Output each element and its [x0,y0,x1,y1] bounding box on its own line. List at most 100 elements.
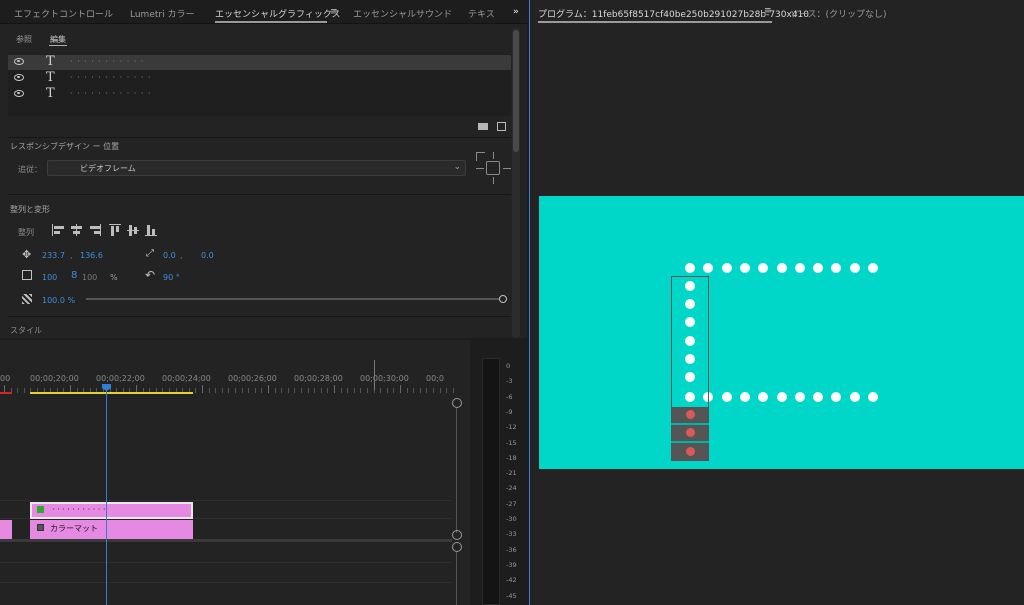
anchor-x-value[interactable]: 0.0 [163,251,176,260]
anchor-y-value[interactable]: 0.0 [201,251,214,260]
scrollbar-thumb[interactable] [513,30,519,152]
layer-row[interactable]: T · · · · · · · · · · · [8,54,511,70]
text-layer-icon: T [46,54,55,69]
ruler-tick [235,388,236,393]
eye-icon[interactable] [14,74,24,81]
ruler-tick [307,388,309,393]
folder-icon[interactable] [478,123,488,130]
ruler-tick [17,388,19,393]
text-layer-icon: T [46,86,55,101]
white-dot [758,392,769,402]
ruler-tick [314,388,316,393]
overflow-icon[interactable]: » [513,7,519,17]
pin-widget[interactable] [476,152,512,186]
follow-dropdown[interactable]: ビデオフレーム ⌄ [47,160,466,176]
ruler-label: 00 [0,374,11,383]
tab-menu-icon[interactable]: ≡ [330,7,338,17]
meter-label: -30 [506,515,517,523]
align-center-v-icon[interactable] [127,224,141,236]
ruler-tick [320,388,322,393]
ruler-tick [221,388,223,393]
red-dot [686,447,695,456]
ruler-label: 00;00;22;00 [96,374,145,383]
panel-scrollbar[interactable] [512,28,520,338]
program-monitor: プログラム：11feb65f8517cf40be250b291027b28b-7… [529,0,1024,605]
opacity-slider-knob[interactable] [499,295,507,303]
meter-label: -45 [506,591,517,600]
opacity-slider-track[interactable] [86,298,502,300]
meter-label: -6 [506,392,513,401]
video-frame[interactable] [539,196,1024,469]
meter-label: -39 [506,560,517,569]
subtab-browse[interactable]: 参照 [16,34,32,45]
work-area-bar[interactable] [30,392,193,394]
layer-row[interactable]: T · · · · · · · · · · · · [8,70,511,86]
layer-name: · · · · · · · · · · · · [70,89,152,98]
tab-text[interactable]: テキス [468,7,495,20]
graphic-clip[interactable]: · · · · · · · · · · · [30,502,193,519]
align-center-h-icon[interactable] [70,224,84,236]
ruler-label: 00;00;26;00 [228,374,277,383]
eye-icon[interactable] [14,58,24,65]
prev-clip[interactable] [0,520,12,539]
tab-essential-sound[interactable]: エッセンシャルサウンド [353,7,452,20]
ruler-label: 00;00;24;00 [162,374,211,383]
ruler-tick [452,388,454,393]
white-dot [739,392,750,402]
ruler-tick [439,388,441,393]
tab-menu-icon[interactable]: ≡ [764,6,772,16]
new-layer-icon[interactable] [497,122,506,131]
meter-label: -36 [506,545,517,554]
track-separator [0,539,452,542]
ruler-tick [215,388,217,393]
align-top-icon[interactable] [109,224,123,236]
playhead-line[interactable] [106,390,107,605]
timeline-panel: 00 00;00;20;00 00;00;22;00 00;00;24;00 0… [0,340,470,605]
comma-separator: , [180,251,183,260]
move-icon: ✥ [22,248,32,261]
text-layer-icon: T [46,70,55,85]
align-left-icon[interactable] [52,224,66,236]
position-x-value[interactable]: 233.7 [42,251,65,260]
ruler-tick [208,388,210,393]
position-y-value[interactable]: 136.6 [80,251,103,260]
subtab-edit[interactable]: 編集 [50,34,66,45]
eye-icon[interactable] [14,90,24,97]
scale-value[interactable]: 100 [42,273,57,282]
white-dot [868,263,878,273]
tab-effect-controls[interactable]: エフェクトコントロール [14,7,113,20]
align-bottom-icon[interactable] [145,224,159,236]
align-transform-title: 整列と変形 [10,205,50,214]
layer-row[interactable]: T · · · · · · · · · · · · [8,86,511,102]
meter-label: -12 [506,423,517,432]
rotation-value[interactable]: 90 ° [163,273,180,282]
ruler-tick [433,388,434,393]
ruler-tick [419,388,421,393]
scroll-handle[interactable] [452,530,462,540]
tab-lumetri-color[interactable]: Lumetri カラー [130,7,194,20]
tab-essential-graphics[interactable]: エッセンシャルグラフィックス [215,7,341,20]
clip-fx-icon [37,524,44,531]
scroll-handle[interactable] [452,398,462,408]
ruler-tick [281,388,283,393]
scroll-handle[interactable] [452,542,462,552]
ruler-tick [301,388,302,393]
ruler-tick [195,388,197,393]
divider [8,316,511,317]
comma-separator: , [70,251,73,260]
ruler-tick [446,388,448,393]
clip-label: · · · · · · · · · · · [52,505,106,514]
white-dot [776,263,787,273]
clip-fx-icon [37,506,44,513]
white-dot [831,392,842,402]
meter-label: -3 [506,377,513,386]
ruler-tick [202,385,203,393]
meter-label: -18 [506,453,517,462]
scale-unit: % [110,273,118,282]
opacity-value[interactable]: 100.0 % [42,296,75,305]
align-right-icon[interactable] [88,224,102,236]
link-icon[interactable]: 8 [71,270,77,281]
source-tab[interactable]: ソース：(クリップなし) [790,7,887,20]
white-dot [813,392,824,402]
color-matte-clip[interactable]: カラーマット [30,520,193,539]
